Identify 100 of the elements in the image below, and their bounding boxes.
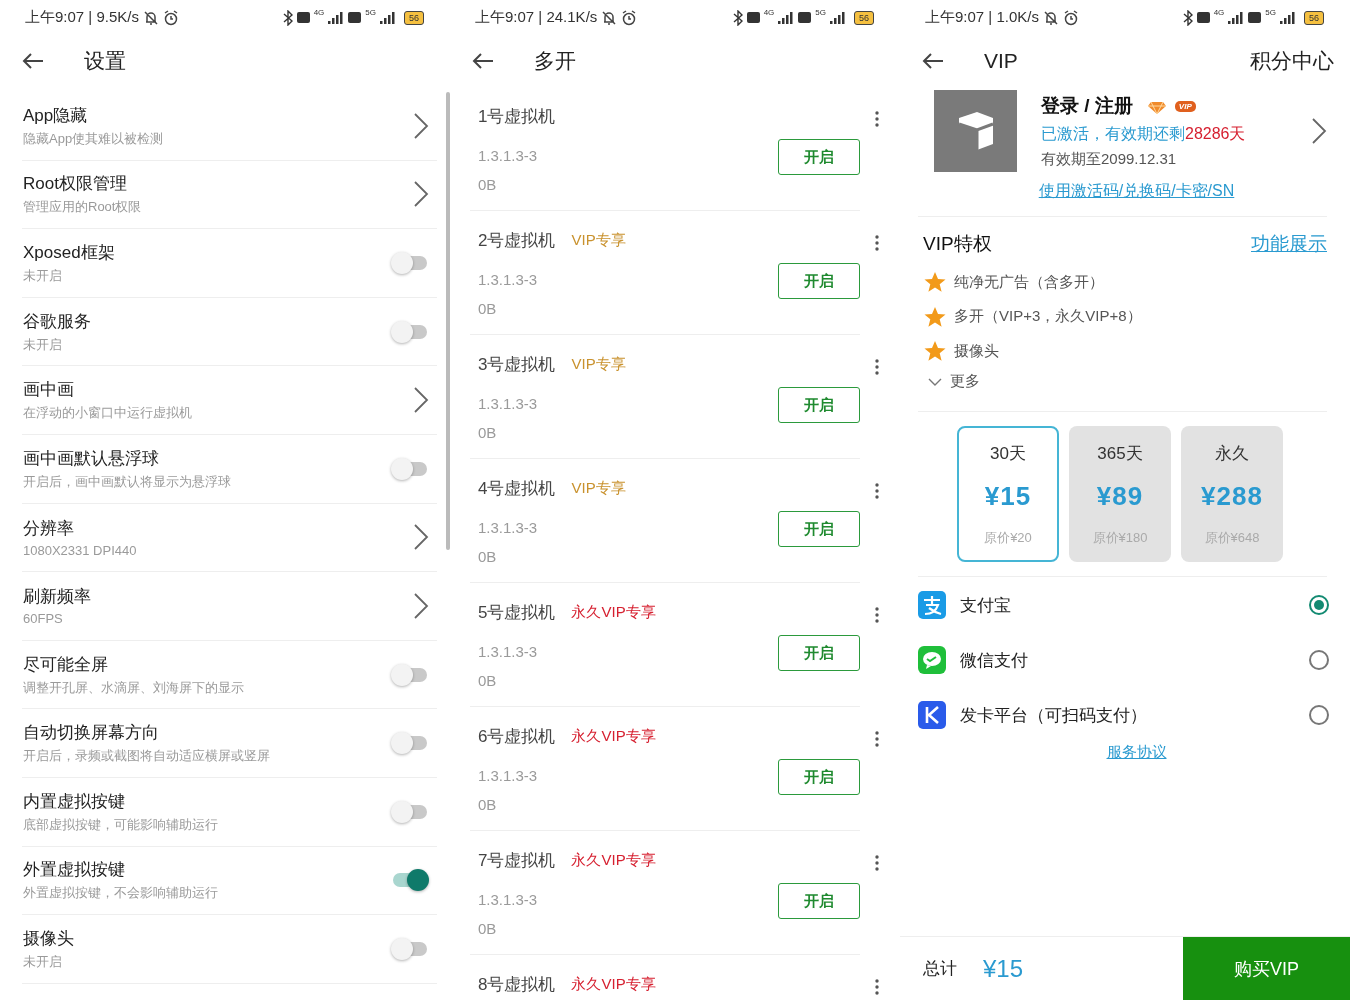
start-button[interactable]: 开启 (778, 511, 860, 547)
vm-name: 5号虚拟机 (478, 601, 556, 624)
settings-item[interactable]: 尽可能全屏 调整开孔屏、水滴屏、刘海屏下的显示 (22, 640, 437, 710)
vip-tag: 永久VIP专享 (571, 726, 656, 746)
item-title: 画中画 (23, 379, 75, 402)
vip-tag: 永久VIP专享 (571, 850, 656, 870)
item-title: App隐藏 (23, 104, 89, 127)
item-title: 分辨率 (23, 517, 75, 540)
login-register-link[interactable]: 登录 / 注册 (1041, 93, 1133, 119)
item-subtitle: 调整开孔屏、水滴屏、刘海屏下的显示 (23, 678, 245, 697)
vm-name: 2号虚拟机 (478, 229, 556, 252)
battery-level: 56 (854, 10, 874, 25)
network-type: 4G (313, 8, 325, 17)
settings-item[interactable]: App隐藏 隐藏App使其难以被检测 (22, 92, 437, 161)
start-button[interactable]: 开启 (778, 759, 860, 795)
vm-version: 1.3.1.3-3 (477, 269, 539, 290)
item-subtitle: 底部虚拟按键，可能影响辅助运行 (23, 815, 219, 834)
start-button[interactable]: 开启 (778, 263, 860, 299)
vm-size: 0B (477, 546, 498, 567)
start-button[interactable]: 开启 (778, 139, 860, 175)
item-subtitle: 60FPS (23, 611, 64, 627)
screen-title: 多开 (534, 48, 577, 74)
item-subtitle: 开启后，录频或截图将自动适应横屏或竖屏 (23, 747, 271, 766)
payment-method: 发卡平台（可扫码支付） (960, 704, 1148, 727)
item-subtitle: 开启后，画中画默认将显示为悬浮球 (23, 472, 232, 491)
item-subtitle: 管理应用的Root权限 (23, 198, 143, 217)
vip-tag: VIP专享 (571, 478, 626, 498)
start-button[interactable]: 开启 (778, 635, 860, 671)
item-title: 内置虚拟按键 (23, 790, 126, 813)
network-type: 5G (1265, 8, 1276, 17)
screen-title: 设置 (84, 48, 127, 74)
plan-duration: 365天 (1097, 442, 1143, 465)
payment-method: 支付宝 (960, 594, 1012, 617)
more-toggle[interactable]: 更多 (918, 368, 1327, 395)
start-button[interactable]: 开启 (778, 883, 860, 919)
expiry-date: 有效期至2099.12.31 (1041, 150, 1178, 169)
item-subtitle: 未开启 (23, 335, 63, 354)
perk-text: 纯净无广告（含多开） (954, 272, 1104, 292)
item-subtitle: 在浮动的小窗口中运行虚拟机 (23, 404, 193, 423)
start-button[interactable]: 开启 (778, 387, 860, 423)
settings-item[interactable]: 谷歌服务 未开启 (22, 297, 437, 367)
vm-version: 1.3.1.3-3 (477, 889, 539, 910)
vm-version: 1.3.1.3-3 (477, 517, 539, 538)
plan-card[interactable]: 30天 ¥15 原价¥20 (957, 425, 1059, 562)
total-price: ¥15 (983, 954, 1025, 983)
settings-item[interactable]: Root权限管理 管理应用的Root权限 (22, 160, 437, 230)
vip-tag: 永久VIP专享 (571, 974, 656, 994)
network-type: 4G (763, 8, 775, 17)
vip-tag: 永久VIP专享 (571, 602, 656, 622)
vip-tag: VIP专享 (571, 354, 626, 374)
vm-name: 3号虚拟机 (478, 353, 556, 376)
original-price: 原价¥20 (984, 528, 1032, 547)
settings-item[interactable]: 内置虚拟按键 底部虚拟按键，可能影响辅助运行 (22, 777, 437, 847)
item-title: Xposed框架 (23, 242, 116, 264)
activation-status: 已激活，有效期还剩 (1041, 124, 1185, 144)
settings-item[interactable]: 画中画 在浮动的小窗口中运行虚拟机 (22, 366, 437, 435)
points-center-link[interactable]: 积分中心 (1250, 47, 1334, 75)
status-time: 上午9:07 | 24.1K/s (475, 8, 598, 27)
battery-level: 56 (1304, 10, 1324, 25)
vm-name: 4号虚拟机 (478, 477, 556, 500)
vm-version: 1.3.1.3-3 (477, 393, 539, 414)
plan-duration: 永久 (1215, 442, 1249, 465)
network-type: 5G (815, 8, 826, 17)
settings-item[interactable]: Xposed框架 未开启 (22, 229, 437, 298)
vm-size: 0B (477, 670, 498, 691)
item-subtitle: 未开启 (23, 267, 63, 285)
perk-text: 摄像头 (954, 341, 999, 361)
item-subtitle: 隐藏App使其难以被检测 (23, 129, 165, 148)
status-time: 上午9:07 | 1.0K/s (925, 8, 1039, 27)
network-type: 5G (365, 8, 376, 17)
vm-size: 0B (477, 298, 498, 319)
network-type: 4G (1213, 8, 1225, 17)
plan-duration: 30天 (990, 442, 1026, 465)
vm-version: 1.3.1.3-3 (477, 145, 539, 166)
section-title: VIP特权 (923, 232, 992, 256)
plan-price: ¥288 (1201, 480, 1263, 512)
buy-vip-button[interactable]: 购买VIP (1183, 937, 1350, 1000)
item-title: 刷新频率 (23, 586, 92, 609)
item-subtitle: 未开启 (23, 952, 63, 971)
total-label: 总计 (923, 958, 957, 980)
vm-size: 0B (477, 794, 498, 815)
vip-tag: VIP专享 (571, 230, 626, 250)
vip-badge: VIP (1174, 100, 1196, 112)
settings-item[interactable]: 自动切换屏幕方向 开启后，录频或截图将自动适应横屏或竖屏 (22, 709, 437, 778)
perk-text: 多开（VIP+3，永久VIP+8） (954, 307, 1142, 327)
settings-item[interactable]: 外置虚拟按键 外置虚拟按键，不会影响辅助运行 (22, 846, 437, 916)
settings-item[interactable]: 摄像头 未开启 (22, 915, 437, 984)
settings-item[interactable]: 分辨率 1080X2331 DPI440 (22, 503, 437, 573)
plan-price: ¥15 (984, 480, 1032, 512)
status-time: 上午9:07 | 9.5K/s (25, 8, 139, 27)
vm-name: 1号虚拟机 (478, 105, 556, 128)
battery-level: 56 (404, 10, 424, 25)
vm-name: 6号虚拟机 (478, 725, 556, 748)
vm-version: 1.3.1.3-3 (477, 641, 539, 662)
item-subtitle: 1080X2331 DPI440 (23, 542, 138, 558)
vm-size: 0B (477, 422, 498, 443)
vm-version: 1.3.1.3-3 (477, 765, 539, 786)
item-title: 画中画默认悬浮球 (23, 447, 160, 470)
settings-item[interactable]: 画中画默认悬浮球 开启后，画中画默认将显示为悬浮球 (22, 434, 437, 504)
settings-item[interactable]: 刷新频率 60FPS (22, 572, 437, 641)
